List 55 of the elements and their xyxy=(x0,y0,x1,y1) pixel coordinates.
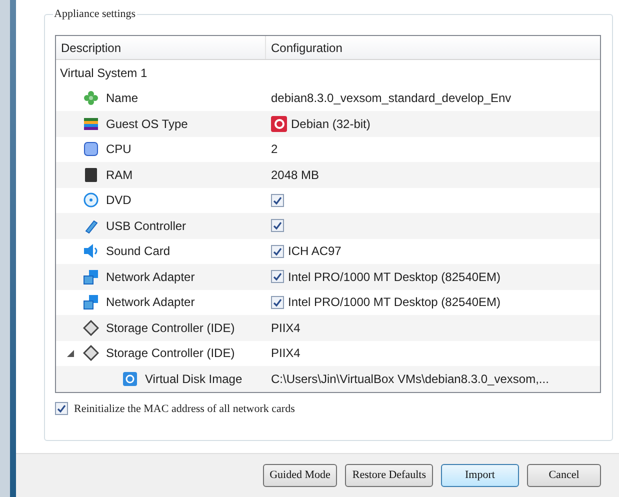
check-icon xyxy=(273,298,282,307)
checkbox[interactable] xyxy=(271,244,284,258)
check-icon xyxy=(273,196,282,205)
configuration-text: Intel PRO/1000 MT Desktop (82540EM) xyxy=(288,294,501,312)
expander-icon[interactable] xyxy=(66,350,74,357)
configuration-text: ICH AC97 xyxy=(288,243,342,260)
configuration-text: C:\Users\Jin\VirtualBox VMs\debian8.3.0_vexsom,... xyxy=(271,370,549,388)
checkbox[interactable] xyxy=(271,270,284,284)
description-text: Virtual System 1 xyxy=(60,64,148,82)
checkbox[interactable] xyxy=(55,402,68,416)
dialog-button[interactable]: Import xyxy=(441,464,519,487)
square-icon xyxy=(83,141,99,158)
description-text: Name xyxy=(106,90,138,108)
check-icon xyxy=(273,246,282,256)
disc-icon xyxy=(83,192,99,208)
stripes-icon xyxy=(83,116,99,132)
group-title: Appliance settings xyxy=(53,7,137,21)
description-text: Virtual Disk Image xyxy=(145,370,242,388)
check-icon xyxy=(273,272,282,282)
flower-icon xyxy=(83,90,99,106)
configuration-text: PIIX4 xyxy=(271,345,300,362)
configuration-text: Intel PRO/1000 MT Desktop (82540EM) xyxy=(288,268,501,286)
checkbox[interactable] xyxy=(271,296,284,309)
speaker-icon xyxy=(83,243,99,260)
pen-icon xyxy=(83,218,99,234)
diamond-icon xyxy=(83,320,99,336)
block-icon xyxy=(83,166,99,183)
description-text: CPU xyxy=(106,141,132,158)
column-header[interactable]: Description xyxy=(56,36,266,59)
diamond-icon xyxy=(83,345,99,362)
check-icon xyxy=(57,404,66,414)
checkbox[interactable] xyxy=(271,194,284,207)
dialog-button[interactable]: Cancel xyxy=(527,464,601,487)
description-text: RAM xyxy=(106,166,133,184)
description-text: DVD xyxy=(106,192,132,210)
configuration-text: Debian (32-bit) xyxy=(291,116,370,133)
configuration-text: 2 xyxy=(271,141,278,158)
description-text: USB Controller xyxy=(106,218,186,235)
dialog-button[interactable]: Guided Mode xyxy=(262,464,338,487)
description-text: Storage Controller (IDE) xyxy=(106,345,235,362)
network-icon xyxy=(83,294,99,310)
description-text: Guest OS Type xyxy=(106,116,188,133)
configuration-text: 2048 MB xyxy=(271,166,320,184)
description-text: Storage Controller (IDE) xyxy=(106,320,235,337)
checkbox[interactable] xyxy=(271,219,284,232)
configuration-text: debian8.3.0_vexsom_standard_develop_Env xyxy=(271,90,512,108)
check-icon xyxy=(273,221,282,230)
column-header[interactable]: Configuration xyxy=(266,36,600,59)
description-text: Network Adapter xyxy=(106,294,195,312)
checkbox-label: Reinitialize the MAC address of all network cards xyxy=(74,402,295,416)
dialog-button[interactable]: Restore Defaults xyxy=(345,464,433,487)
configuration-text: PIIX4 xyxy=(271,320,300,337)
network-icon xyxy=(83,268,99,285)
description-text: Sound Card xyxy=(106,243,170,260)
description-text: Network Adapter xyxy=(106,268,195,286)
